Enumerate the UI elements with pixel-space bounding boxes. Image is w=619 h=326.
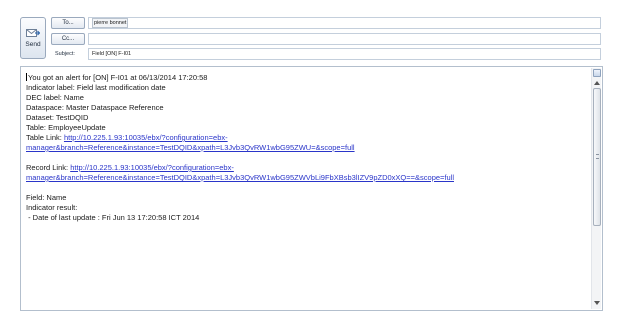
to-field[interactable]: pierre bonnet: [88, 17, 601, 29]
record-link-line: Record Link: http://10.225.1.93:10035/eb…: [26, 163, 586, 173]
table-link-line-cont: manager&branch=Reference&instance=TestDQ…: [26, 143, 586, 153]
vertical-scrollbar[interactable]: [591, 68, 601, 309]
thumb-grip-icon: [596, 154, 599, 159]
record-link-line-cont: manager&branch=Reference&instance=TestDQ…: [26, 173, 586, 183]
send-icon: [26, 29, 40, 37]
rule-view-icon[interactable]: [593, 69, 601, 77]
table-link-label: Table Link:: [26, 133, 64, 142]
table-line: Table: EmployeeUpdate: [26, 123, 106, 132]
table-link-line: Table Link: http://10.225.1.93:10035/ebx…: [26, 133, 586, 143]
table-link[interactable]: http://10.225.1.93:10035/ebx/?configurat…: [64, 133, 228, 142]
send-button-label: Send: [25, 41, 41, 48]
text-caret: [26, 73, 27, 81]
cc-button[interactable]: Cc...: [51, 33, 85, 45]
cc-field[interactable]: [88, 33, 601, 45]
table-link-cont[interactable]: manager&branch=Reference&instance=TestDQ…: [26, 143, 355, 152]
message-body[interactable]: You got an alert for [ON] F-I01 at 06/13…: [20, 66, 603, 311]
indicator-result-line: Indicator result:: [26, 203, 78, 212]
record-link-label: Record Link:: [26, 163, 71, 172]
scroll-down-arrow-icon[interactable]: [594, 301, 600, 305]
indicator-label-line: Indicator label: Field last modification…: [26, 83, 166, 92]
to-button[interactable]: To...: [51, 17, 85, 29]
record-link[interactable]: http://10.225.1.93:10035/ebx/?configurat…: [70, 163, 234, 172]
recipient-chip[interactable]: pierre bonnet: [92, 18, 129, 28]
field-line: Field: Name: [26, 193, 67, 202]
record-link-cont[interactable]: manager&branch=Reference&instance=TestDQ…: [26, 173, 454, 182]
scroll-up-arrow-icon[interactable]: [594, 81, 600, 85]
dataspace-line: Dataspace: Master Dataspace Reference: [26, 103, 164, 112]
subject-field[interactable]: Field [ON] F-I01: [88, 48, 601, 60]
scrollbar-thumb[interactable]: [593, 88, 601, 226]
subject-label: Subject:: [55, 51, 75, 57]
alert-line: You got an alert for [ON] F-I01 at 06/13…: [26, 73, 208, 82]
send-button[interactable]: Send: [20, 17, 46, 59]
dec-label-line: DEC label: Name: [26, 93, 84, 102]
dataset-line: Dataset: TestDQID: [26, 113, 89, 122]
message-body-text: You got an alert for [ON] F-I01 at 06/13…: [26, 73, 586, 223]
date-line: - Date of last update : Fri Jun 13 17:20…: [26, 213, 200, 222]
